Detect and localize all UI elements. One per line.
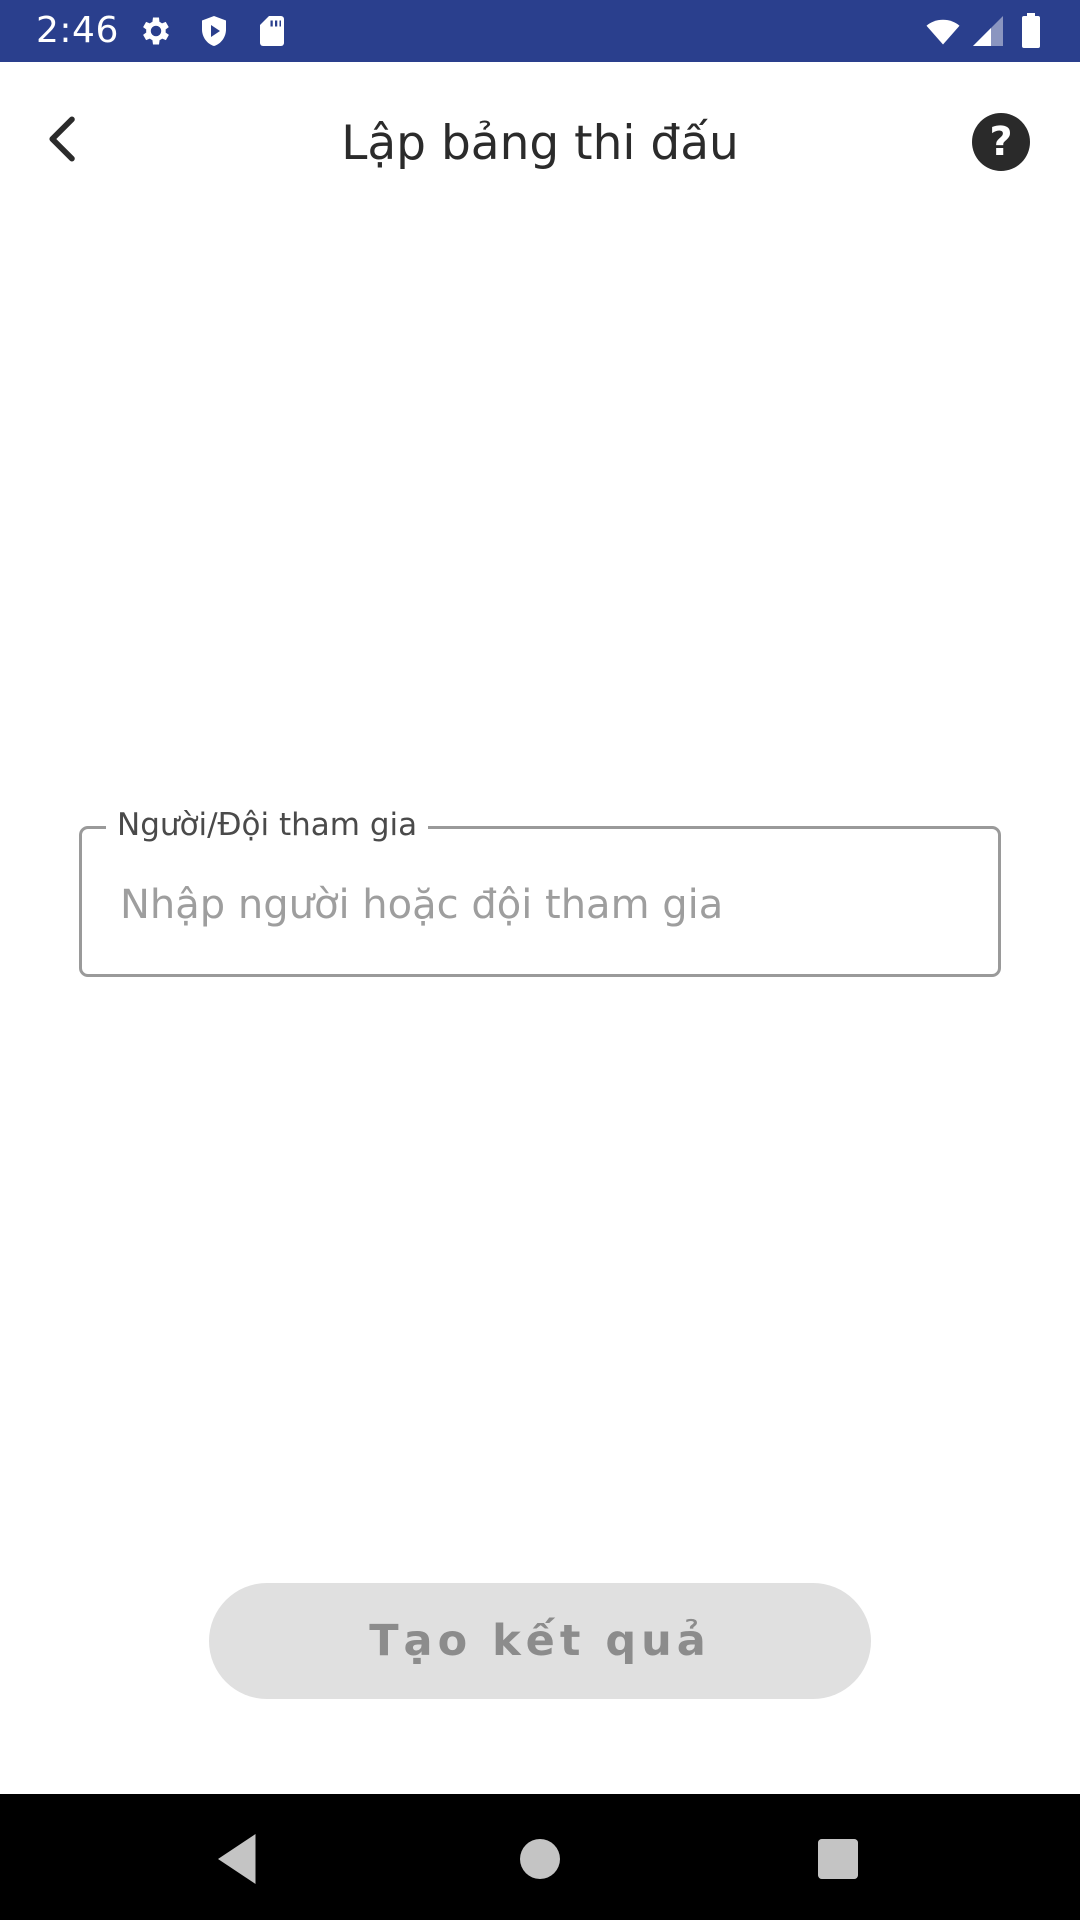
wifi-icon <box>922 13 964 49</box>
nav-home-button[interactable] <box>510 1829 570 1889</box>
create-result-button-label: Tạo kết quả <box>369 1616 711 1666</box>
create-result-button[interactable]: Tạo kết quả <box>209 1583 871 1699</box>
home-circle-icon <box>520 1839 560 1879</box>
navigation-bar <box>0 1794 1080 1920</box>
back-button[interactable] <box>28 104 98 174</box>
participants-input[interactable] <box>120 875 960 935</box>
page-title: Lập bảng thi đấu <box>341 116 739 171</box>
help-button[interactable]: ? <box>972 113 1030 171</box>
back-triangle-icon <box>218 1834 256 1884</box>
question-mark-icon: ? <box>989 119 1013 165</box>
status-bar: 2:46 <box>0 0 1080 62</box>
shield-play-icon <box>196 13 232 49</box>
participants-field[interactable]: Người/Đội tham gia <box>79 805 1001 977</box>
sd-card-icon <box>254 13 290 49</box>
nav-back-button[interactable] <box>208 1829 268 1889</box>
cell-signal-icon <box>970 13 1006 49</box>
battery-icon <box>1014 13 1048 49</box>
settings-gear-icon <box>138 13 174 49</box>
nav-recents-button[interactable] <box>808 1829 868 1889</box>
participants-field-label: Người/Đội tham gia <box>106 805 429 845</box>
screen: 2:46 Lập bảng thi đấu ? Người/Đội tham g… <box>0 0 1080 1920</box>
recents-square-icon <box>818 1839 858 1879</box>
app-bar: Lập bảng thi đấu ? <box>0 62 1080 222</box>
chevron-left-icon <box>49 116 75 162</box>
status-time: 2:46 <box>36 10 119 51</box>
